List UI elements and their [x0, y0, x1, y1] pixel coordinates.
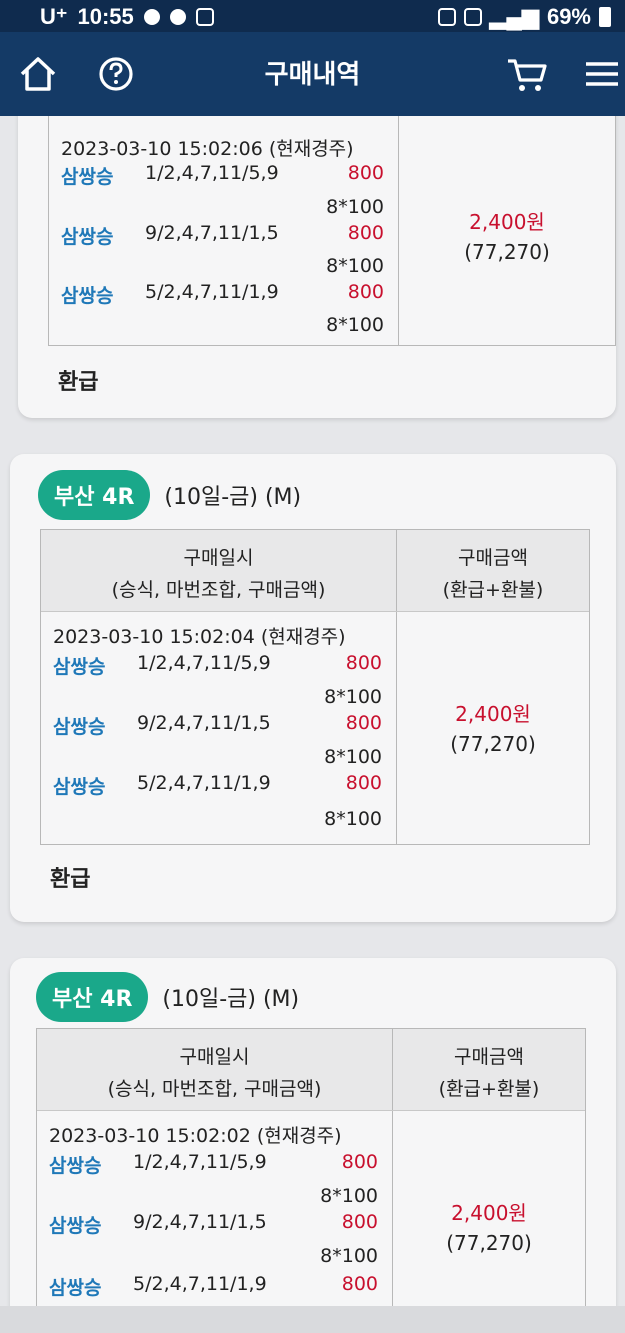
- bet-calc: 8*100: [326, 196, 384, 218]
- bet-combo: 5/2,4,7,11/1,9: [145, 281, 279, 303]
- col-amount-sub: (환급+환불): [438, 1078, 540, 1100]
- bet-amount: 800: [347, 162, 384, 184]
- bet-amount: 800: [347, 222, 384, 244]
- bet-type: 삼쌍승: [53, 656, 106, 678]
- bet-type: 삼쌍승: [61, 285, 114, 307]
- bet-combo: 9/2,4,7,11/1,5: [137, 712, 271, 734]
- purchase-timestamp: 2023-03-10 15:02:06 (현재경주): [61, 138, 354, 160]
- cart-icon[interactable]: [505, 52, 549, 96]
- total-amount: 2,400원: [455, 702, 531, 726]
- purchase-timestamp: 2023-03-10 15:02:04 (현재경주): [53, 626, 346, 648]
- purchase-timestamp: 2023-03-10 15:02:02 (현재경주): [49, 1125, 342, 1147]
- col-date-sub: (승식, 마번조합, 구매금액): [107, 1078, 322, 1100]
- race-info: (10일-금) (M): [164, 485, 302, 510]
- bet-amount: 800: [345, 712, 382, 734]
- 5g-icon: [463, 8, 482, 26]
- refund-amount: (77,270): [464, 240, 550, 264]
- refund-amount: (77,270): [446, 1231, 532, 1255]
- bet-type: 삼쌍승: [49, 1277, 102, 1299]
- bag-icon: [169, 9, 186, 25]
- col-date-sub: (승식, 마번조합, 구매금액): [111, 579, 326, 601]
- clock: 10:55: [77, 4, 134, 29]
- bet-combo: 5/2,4,7,11/1,9: [137, 772, 271, 794]
- bet-type: 삼쌍승: [49, 1215, 102, 1237]
- bet-amount: 800: [347, 281, 384, 303]
- bet-calc: 8*100: [320, 1185, 378, 1207]
- bet-amount: 800: [345, 652, 382, 674]
- bet-combo: 5/2,4,7,11/1,9: [133, 1273, 267, 1295]
- purchase-table: 구매일시 (승식, 마번조합, 구매금액) 구매금액 (환급+환불) 2023-…: [40, 529, 590, 845]
- col-amount-sub: (환급+환불): [442, 579, 544, 601]
- bottom-edge: [0, 1306, 625, 1333]
- signal-icon: ▂▄▆: [489, 4, 539, 29]
- purchase-table: 구매일시 (승식, 마번조합, 구매금액) 구매금액 (환급+환불) 2023-…: [36, 1028, 586, 1306]
- carrier-label: U⁺: [40, 4, 68, 29]
- bet-type: 삼쌍승: [53, 716, 106, 738]
- bet-calc: 8*100: [326, 255, 384, 277]
- purchase-table: 2023-03-10 15:02:06 (현재경주) 삼쌍승 1/2,4,7,1…: [48, 116, 616, 346]
- bet-amount: 800: [341, 1211, 378, 1233]
- bet-combo: 9/2,4,7,11/1,5: [133, 1211, 267, 1233]
- bet-type: 삼쌍승: [61, 226, 114, 248]
- status-label: 환급: [50, 867, 91, 892]
- bet-type: 삼쌍승: [61, 166, 114, 188]
- col-date-label: 구매일시: [183, 547, 254, 569]
- bet-calc: 8*100: [324, 746, 382, 768]
- sync-icon: [437, 8, 456, 26]
- voicemail-icon: [195, 8, 214, 26]
- race-info: (10일-금) (M): [162, 987, 300, 1012]
- status-label: 환급: [58, 370, 99, 395]
- purchase-card[interactable]: 2023-03-10 15:02:06 (현재경주) 삼쌍승 1/2,4,7,1…: [18, 116, 616, 418]
- bet-amount: 800: [341, 1151, 378, 1173]
- bet-calc: 8*100: [324, 808, 382, 830]
- total-amount: 2,400원: [469, 210, 545, 234]
- refund-amount: (77,270): [450, 732, 536, 756]
- col-amount-label: 구매금액: [454, 1046, 524, 1068]
- bet-calc: 8*100: [320, 1245, 378, 1267]
- col-date-label: 구매일시: [179, 1046, 250, 1068]
- bet-amount: 800: [345, 772, 382, 794]
- bet-calc: 8*100: [324, 686, 382, 708]
- total-amount: 2,400원: [451, 1201, 527, 1225]
- bet-combo: 1/2,4,7,11/5,9: [145, 162, 279, 184]
- app-header: 구매내역: [0, 32, 625, 116]
- bet-combo: 1/2,4,7,11/5,9: [133, 1151, 267, 1173]
- bet-calc: 8*100: [326, 314, 384, 336]
- bet-combo: 9/2,4,7,11/1,5: [145, 222, 279, 244]
- purchase-history-list: 2023-03-10 15:02:06 (현재경주) 삼쌍승 1/2,4,7,1…: [0, 116, 625, 1306]
- race-badge: 부산 4R: [38, 470, 151, 520]
- col-amount-label: 구매금액: [458, 547, 528, 569]
- battery-icon: [599, 7, 611, 27]
- status-bar: U⁺ 10:55 ▂▄▆ 69%: [0, 0, 625, 32]
- bet-type: 삼쌍승: [53, 776, 106, 798]
- notification-icon: [143, 9, 160, 25]
- bet-combo: 1/2,4,7,11/5,9: [137, 652, 271, 674]
- bet-amount: 800: [341, 1273, 378, 1295]
- purchase-card[interactable]: 부산 4R (10일-금) (M) 구매일시 (승식, 마번조합, 구매금액) …: [10, 958, 616, 1306]
- battery-level: 69%: [546, 4, 591, 29]
- bet-type: 삼쌍승: [49, 1155, 102, 1177]
- race-badge: 부산 4R: [36, 972, 149, 1022]
- purchase-card[interactable]: 부산 4R (10일-금) (M) 구매일시 (승식, 마번조합, 구매금액) …: [10, 454, 616, 922]
- menu-icon[interactable]: [580, 52, 624, 96]
